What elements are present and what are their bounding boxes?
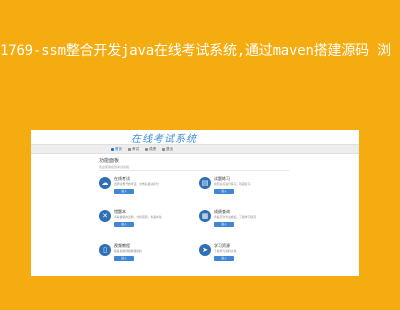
feature-card-practice: ▤ 试题练习 按知识点进行练习，巩固复习 进入 [199, 175, 289, 199]
phone-icon: ▯ [99, 244, 111, 256]
chart-icon [145, 147, 148, 151]
card-desc: 查看历次考试成绩，了解学习情况 [214, 215, 256, 219]
book-icon: ▤ [199, 177, 211, 189]
cloud-icon: ☁ [99, 177, 111, 189]
banner-title: 1769-ssm整合开发java在线考试系统,通过maven搭建源码 浏 [0, 43, 391, 59]
divider [99, 170, 289, 171]
logout-icon [162, 147, 165, 151]
site-logo: 在线考试系统 [131, 134, 197, 145]
feature-card-scores: ▦ 成绩查询 查看历次考试成绩，了解学习情况 进入 [199, 208, 289, 232]
edit-icon [128, 147, 131, 151]
feature-card-mistakes: ✕ 错题本 查看做错的试题，分析原因，查漏补缺 进入 [99, 208, 189, 232]
feature-card-exam: ☁ 在线考试 选择试卷开始考试，交卷后自动评分 进入 [99, 175, 189, 199]
card-desc: 下载学习资料文档 [214, 249, 237, 253]
app-screenshot: 在线考试系统 首页 考试 成绩 退出 功能面板 欢迎使用在线考试系统 ☁ 在线考… [31, 130, 359, 276]
page-subtitle: 欢迎使用在线考试系统 [99, 165, 130, 169]
card-desc: 按知识点进行练习，巩固复习 [214, 182, 251, 186]
header: 在线考试系统 [31, 130, 359, 145]
nav-item-logout[interactable]: 退出 [162, 147, 173, 152]
home-icon [111, 147, 114, 151]
card-enter-button[interactable]: 进入 [214, 189, 234, 194]
nav-label: 成绩 [149, 146, 156, 151]
nav-label: 首页 [115, 146, 122, 151]
navbar: 首页 考试 成绩 退出 [31, 144, 359, 154]
nav-item-exam[interactable]: 考试 [128, 147, 139, 152]
nav-label: 退出 [166, 146, 173, 151]
nav-item-home[interactable]: 首页 [111, 147, 122, 152]
nav-item-score[interactable]: 成绩 [145, 147, 156, 152]
card-desc: 观看系统视频教程资料 [114, 249, 142, 253]
x-icon: ✕ [99, 210, 111, 222]
card-enter-button[interactable]: 进入 [214, 256, 234, 261]
card-desc: 查看做错的试题，分析原因，查漏补缺 [114, 215, 162, 219]
card-enter-button[interactable]: 进入 [214, 222, 234, 227]
feature-card-resources: ➤ 学习资源 下载学习资料文档 进入 [199, 242, 289, 266]
page-title: 功能面板 [99, 158, 120, 164]
card-enter-button[interactable]: 进入 [114, 256, 134, 261]
nav-label: 考试 [132, 146, 139, 151]
card-enter-button[interactable]: 进入 [114, 189, 134, 194]
card-enter-button[interactable]: 进入 [114, 222, 134, 227]
feature-card-video: ▯ 视频教程 观看系统视频教程资料 进入 [99, 242, 189, 266]
document-icon: ▦ [199, 210, 211, 222]
send-icon: ➤ [199, 244, 211, 256]
card-desc: 选择试卷开始考试，交卷后自动评分 [114, 182, 159, 186]
